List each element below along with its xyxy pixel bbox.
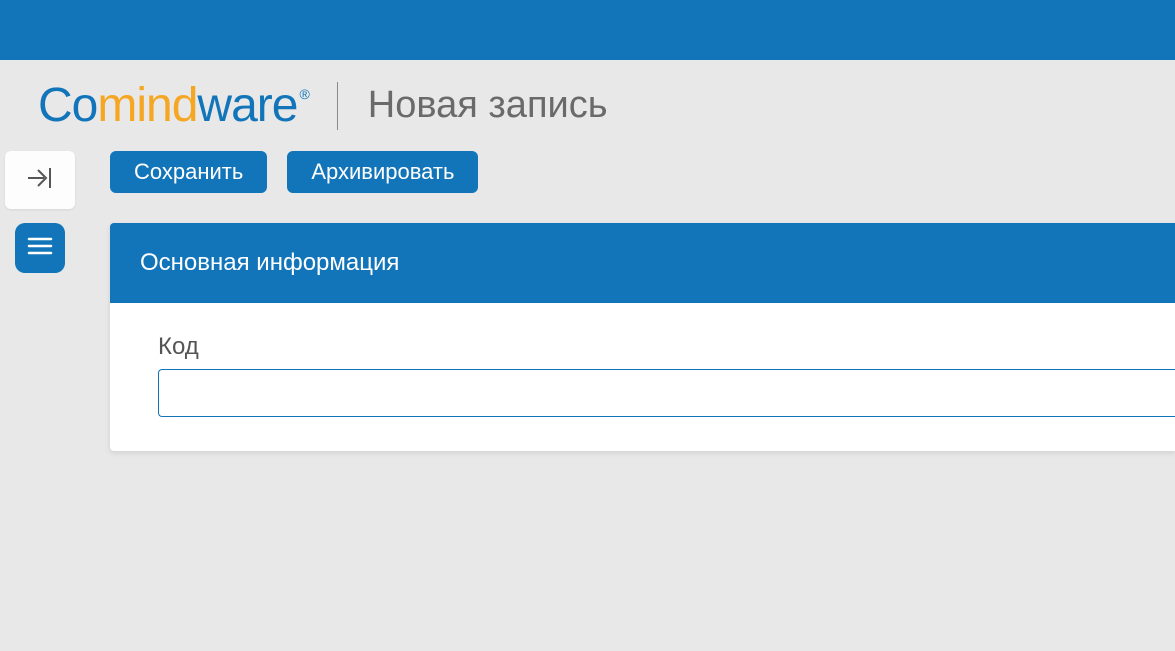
header-divider — [337, 82, 338, 130]
header: Comindware® Новая запись — [0, 60, 1175, 151]
main-content: Сохранить Архивировать Основная информац… — [80, 151, 1175, 451]
logo: Comindware® — [38, 78, 307, 133]
page-title: Новая запись — [368, 84, 608, 127]
collapse-sidebar-button[interactable] — [5, 151, 75, 209]
top-bar — [0, 0, 1175, 60]
logo-part1: Co — [38, 78, 97, 133]
logo-part3: ware — [197, 78, 297, 133]
logo-reg: ® — [299, 86, 308, 102]
save-button[interactable]: Сохранить — [110, 151, 267, 193]
code-input[interactable] — [158, 369, 1175, 417]
code-field-label: Код — [158, 333, 1175, 361]
menu-button[interactable] — [15, 223, 65, 273]
toolbar: Сохранить Архивировать — [110, 151, 1175, 193]
logo-part2: mind — [97, 78, 197, 133]
main-info-panel: Основная информация Код — [110, 223, 1175, 451]
hamburger-menu-icon — [27, 236, 53, 261]
panel-header: Основная информация — [110, 223, 1175, 303]
side-column — [0, 151, 80, 273]
collapse-right-icon — [26, 166, 54, 195]
archive-button[interactable]: Архивировать — [287, 151, 478, 193]
panel-body: Код — [110, 303, 1175, 451]
